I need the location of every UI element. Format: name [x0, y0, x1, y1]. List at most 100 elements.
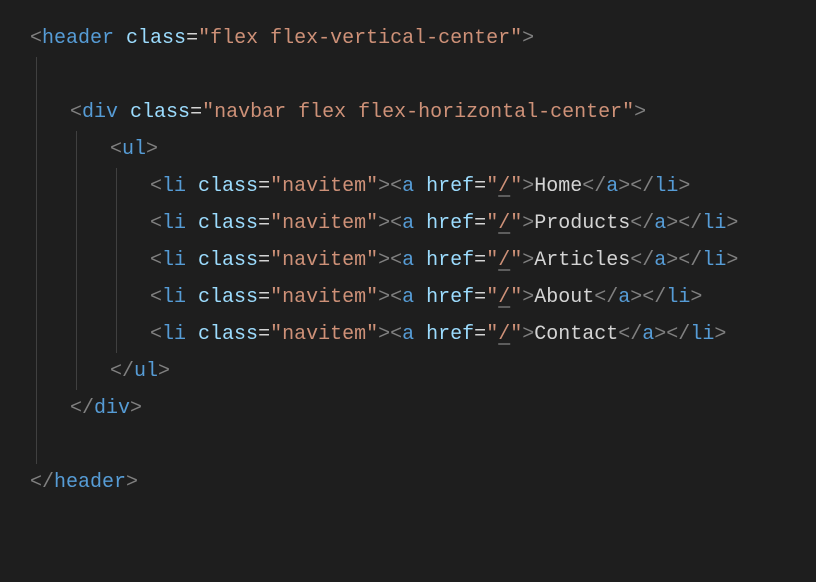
token-bracket: <	[150, 212, 162, 235]
indent-guide	[76, 168, 77, 205]
token-content: Products	[534, 212, 630, 235]
token-bracket: ></	[630, 286, 666, 309]
token-tagname: a	[402, 175, 414, 198]
token-content: Contact	[534, 323, 618, 346]
token-bracket: >	[130, 397, 142, 420]
code-line[interactable]: </ul>	[30, 353, 786, 390]
code-line[interactable]: <li class="navitem"><a href="/">Contact<…	[30, 316, 786, 353]
token-bracket: ><	[378, 323, 402, 346]
token-bracket: >	[522, 27, 534, 50]
code-line[interactable]: <ul>	[30, 131, 786, 168]
token-attrvalue: "navbar flex flex-horizontal-center"	[202, 101, 634, 124]
code-line[interactable]: </header>	[30, 464, 786, 501]
token-bracket: >	[158, 360, 170, 383]
token-bracket: <	[30, 27, 42, 50]
code-line[interactable]: </div>	[30, 390, 786, 427]
token-bracket: <	[150, 249, 162, 272]
token-tagname: li	[162, 175, 186, 198]
token-attrname: class	[130, 101, 190, 124]
token-bracket: >	[678, 175, 690, 198]
token-tagname: a	[606, 175, 618, 198]
code-line[interactable]	[30, 427, 786, 464]
token-space	[414, 249, 426, 272]
token-bracket: <	[150, 286, 162, 309]
token-bracket: </	[70, 397, 94, 420]
token-eq: =	[474, 323, 486, 346]
indent-guide	[116, 279, 117, 316]
token-tagname: li	[666, 286, 690, 309]
token-bracket: </	[110, 360, 134, 383]
token-bracket: >	[690, 286, 702, 309]
token-eq: =	[258, 249, 270, 272]
token-attrname: href	[426, 249, 474, 272]
token-tagname: li	[162, 212, 186, 235]
token-bracket: ></	[666, 249, 702, 272]
indent-guide	[76, 353, 77, 390]
token-space	[414, 212, 426, 235]
token-attrvalue: "	[486, 249, 498, 272]
indent-guide	[36, 57, 37, 464]
token-bracket: ></	[618, 175, 654, 198]
code-line[interactable]: <li class="navitem"><a href="/">Products…	[30, 205, 786, 242]
code-line[interactable]	[30, 57, 786, 94]
token-eq: =	[474, 212, 486, 235]
token-attrvalue-u: /	[498, 323, 510, 346]
indent-guide	[76, 205, 77, 242]
indent-guide	[76, 242, 77, 279]
token-attrname: href	[426, 286, 474, 309]
token-attrvalue: "	[486, 286, 498, 309]
token-attrvalue: "flex flex-vertical-center"	[198, 27, 522, 50]
code-line[interactable]: <li class="navitem"><a href="/">About</a…	[30, 279, 786, 316]
code-line[interactable]: <header class="flex flex-vertical-center…	[30, 20, 786, 57]
token-bracket: </	[630, 249, 654, 272]
token-attrvalue: "	[510, 175, 522, 198]
token-tagname: li	[162, 323, 186, 346]
token-space	[186, 323, 198, 346]
token-attrvalue: "	[486, 212, 498, 235]
token-space	[114, 27, 126, 50]
token-eq: =	[474, 286, 486, 309]
token-bracket: </	[618, 323, 642, 346]
token-content: Home	[534, 175, 582, 198]
token-tagname: a	[402, 212, 414, 235]
code-line[interactable]: <li class="navitem"><a href="/">Home</a>…	[30, 168, 786, 205]
token-eq: =	[186, 27, 198, 50]
token-tagname: li	[702, 249, 726, 272]
indent-guide	[76, 279, 77, 316]
token-attrvalue: "	[486, 175, 498, 198]
token-bracket: >	[634, 101, 646, 124]
token-tagname: a	[402, 286, 414, 309]
token-tagname: ul	[122, 138, 146, 161]
token-space	[414, 286, 426, 309]
token-eq: =	[190, 101, 202, 124]
token-tagname: li	[690, 323, 714, 346]
token-bracket: <	[150, 175, 162, 198]
token-bracket: <	[70, 101, 82, 124]
token-tagname: li	[654, 175, 678, 198]
token-bracket: </	[30, 471, 54, 494]
indent-guide	[116, 316, 117, 353]
token-attrname: class	[198, 212, 258, 235]
token-tagname: a	[618, 286, 630, 309]
code-editor[interactable]: <header class="flex flex-vertical-center…	[30, 20, 786, 501]
token-content: About	[534, 286, 594, 309]
token-attrvalue-u: /	[498, 212, 510, 235]
code-line[interactable]: <div class="navbar flex flex-horizontal-…	[30, 94, 786, 131]
token-tagname: div	[94, 397, 130, 420]
token-bracket: <	[150, 323, 162, 346]
token-space	[186, 286, 198, 309]
token-bracket: ><	[378, 175, 402, 198]
token-attrname: class	[198, 286, 258, 309]
token-bracket: ><	[378, 249, 402, 272]
token-space	[186, 175, 198, 198]
token-bracket: >	[726, 249, 738, 272]
token-tagname: a	[642, 323, 654, 346]
token-space	[414, 323, 426, 346]
token-bracket: >	[146, 138, 158, 161]
token-attrvalue: "navitem"	[270, 286, 378, 309]
indent-guide	[116, 242, 117, 279]
token-eq: =	[258, 286, 270, 309]
token-tagname: li	[162, 249, 186, 272]
token-bracket: </	[582, 175, 606, 198]
code-line[interactable]: <li class="navitem"><a href="/">Articles…	[30, 242, 786, 279]
